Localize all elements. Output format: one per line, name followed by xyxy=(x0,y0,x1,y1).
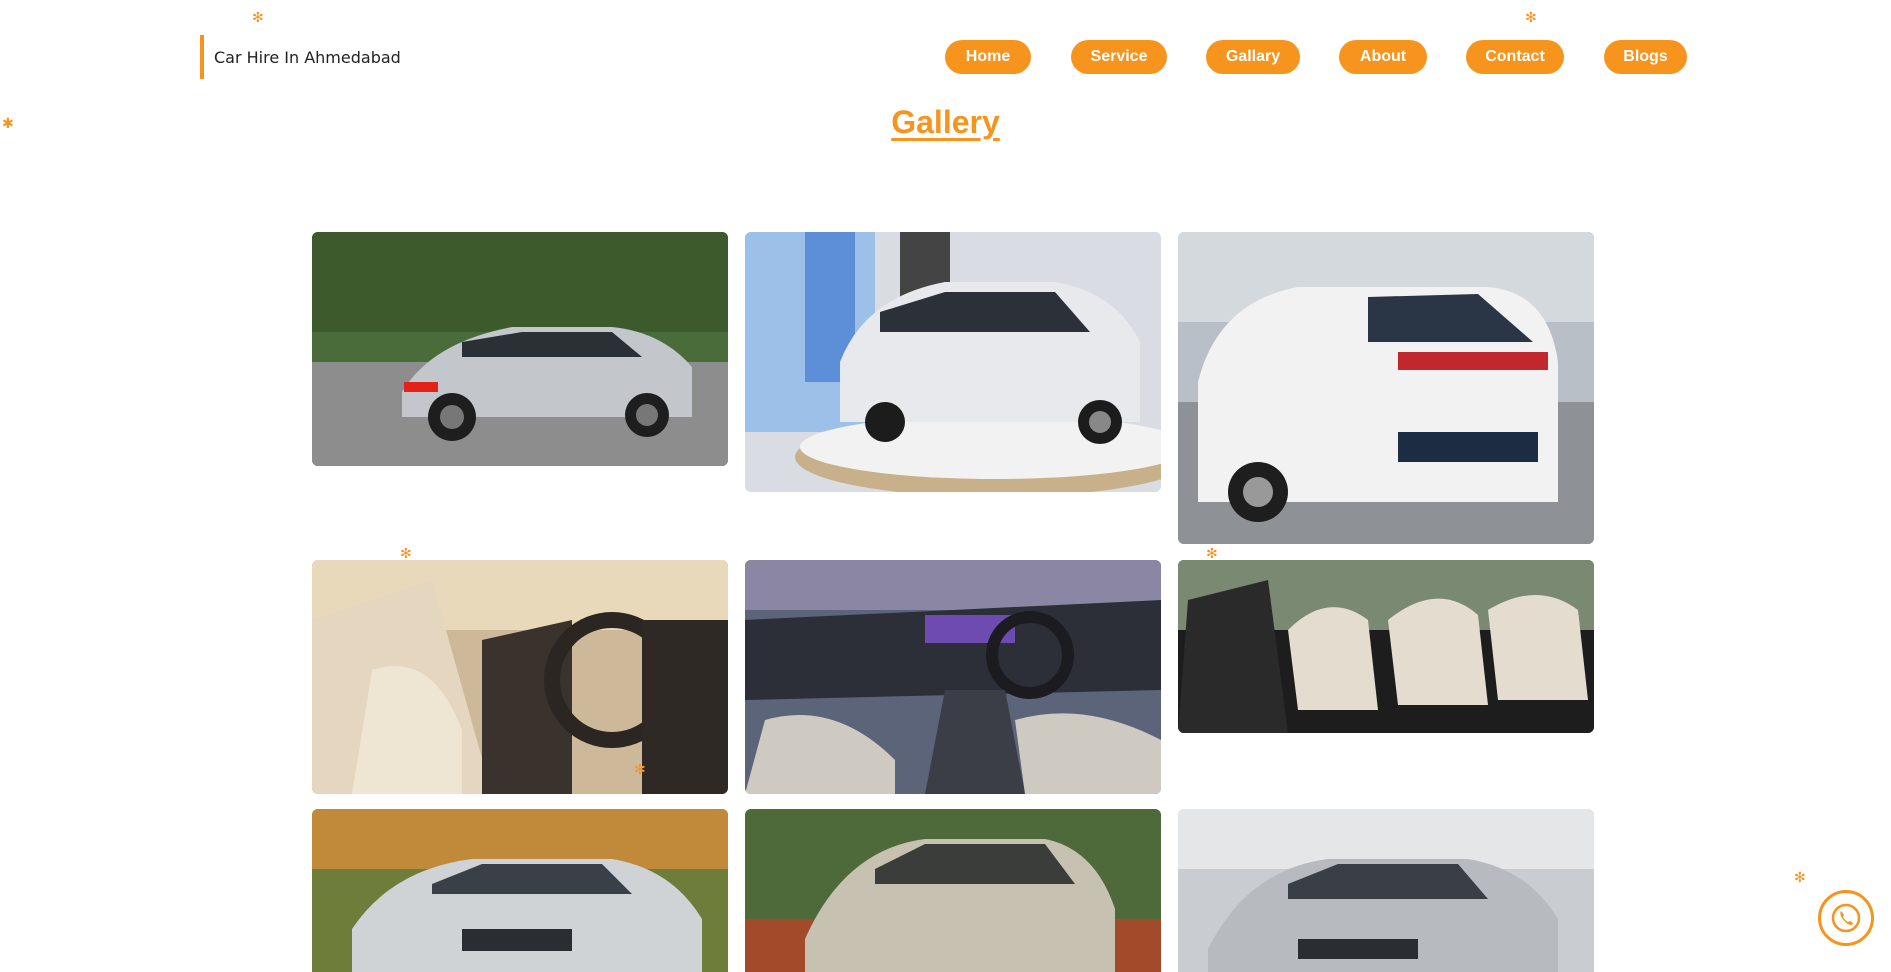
nav-service-button[interactable]: Service xyxy=(1071,40,1167,74)
nav-home-button[interactable]: Home xyxy=(945,40,1031,74)
car-photo-icon xyxy=(1178,809,1594,972)
interior-photo-icon xyxy=(1178,560,1594,733)
gallery-image-6[interactable] xyxy=(1178,560,1594,733)
gallery-image-4[interactable] xyxy=(312,560,728,794)
interior-photo-icon xyxy=(312,560,728,794)
car-photo-icon xyxy=(1178,232,1594,544)
gallery-image-3[interactable] xyxy=(1178,232,1594,544)
decorative-flake-icon: ✻ xyxy=(1794,869,1806,885)
decorative-flake-icon: ✻ xyxy=(634,761,646,777)
nav-blogs-label: Blogs xyxy=(1623,48,1668,65)
gallery-image-9[interactable] xyxy=(1178,809,1594,972)
car-photo-icon xyxy=(745,232,1161,492)
whatsapp-phone-icon xyxy=(1831,903,1861,933)
nav-contact-label: Contact xyxy=(1485,48,1545,65)
gallery-image-2[interactable] xyxy=(745,232,1161,492)
main-nav: Home Service Gallary About Contact Blogs xyxy=(0,40,1891,74)
car-photo-icon xyxy=(312,809,728,972)
gallery-image-5[interactable] xyxy=(745,560,1161,794)
nav-gallary-label: Gallary xyxy=(1225,48,1281,65)
gallery-image-1[interactable] xyxy=(312,232,728,466)
nav-about-label: About xyxy=(1359,48,1407,65)
decorative-flake-icon: ✻ xyxy=(1206,545,1218,561)
decorative-flake-icon: ✱ xyxy=(2,115,14,131)
gallery-image-7[interactable] xyxy=(312,809,728,972)
interior-photo-icon xyxy=(745,560,1161,794)
car-photo-icon xyxy=(745,809,1161,972)
decorative-flake-icon: ✻ xyxy=(400,545,412,561)
nav-service-label: Service xyxy=(1090,48,1148,65)
nav-gallary-button[interactable]: Gallary xyxy=(1206,40,1300,74)
gallery-image-8[interactable] xyxy=(745,809,1161,972)
whatsapp-button[interactable] xyxy=(1818,890,1874,946)
nav-home-label: Home xyxy=(965,48,1011,65)
nav-blogs-button[interactable]: Blogs xyxy=(1604,40,1687,74)
car-photo-icon xyxy=(312,232,728,466)
nav-about-button[interactable]: About xyxy=(1339,40,1427,74)
decorative-flake-icon: ✻ xyxy=(1525,9,1537,25)
nav-contact-button[interactable]: Contact xyxy=(1466,40,1564,74)
page-title: Gallery xyxy=(891,104,1000,140)
decorative-flake-icon: ✻ xyxy=(252,9,264,25)
